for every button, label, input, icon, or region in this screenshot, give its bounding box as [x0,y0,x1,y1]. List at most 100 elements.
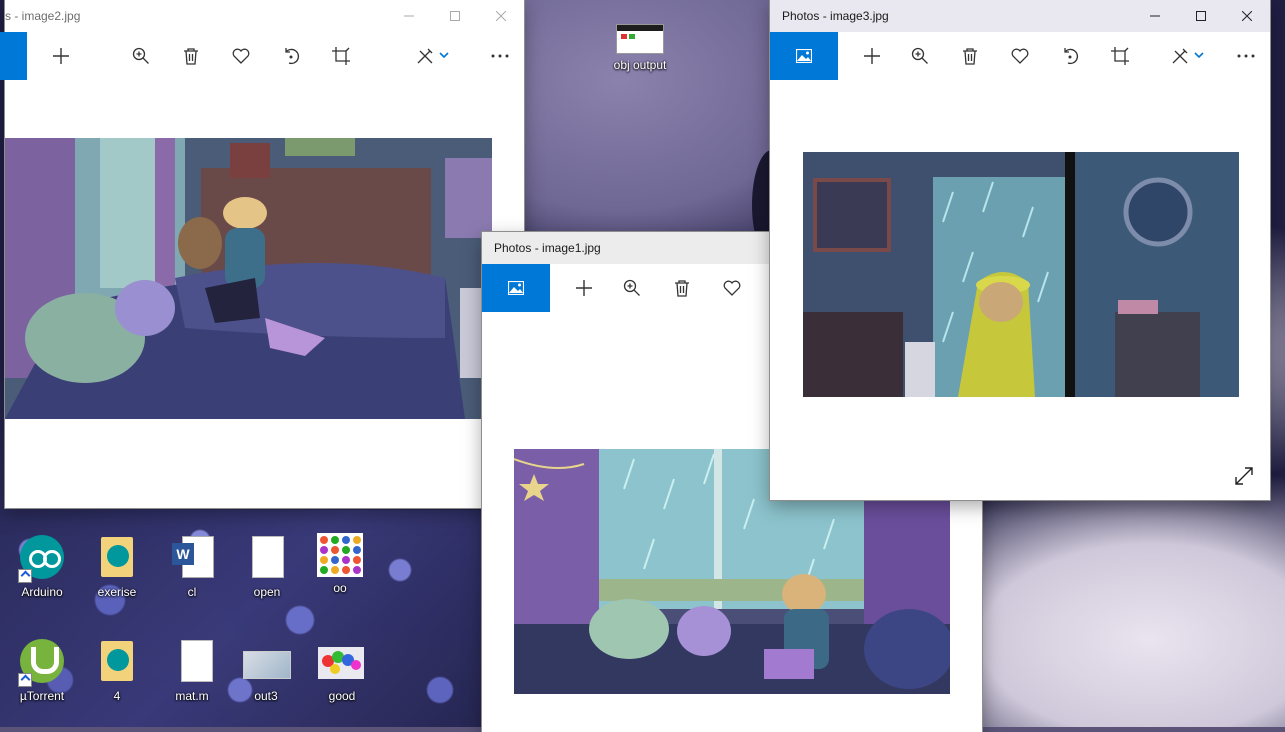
heart-icon [232,48,250,64]
desktop-icon-label: 4 [113,689,121,703]
arduino-app-icon [18,533,66,583]
edit-create-button[interactable] [1165,32,1211,80]
fullscreen-button[interactable] [1230,462,1258,490]
photos-window-image3[interactable]: Photos - image3.jpg [770,0,1270,500]
close-button[interactable] [1224,0,1270,32]
add-icon [576,280,592,296]
favorite-button[interactable] [218,32,264,80]
desktop-icon-label: µTorrent [19,689,65,703]
expand-icon [1235,467,1253,485]
more-button[interactable] [477,32,523,80]
heart-icon [723,280,741,296]
desktop-icon-arduino[interactable]: Arduino [10,533,74,599]
desktop-icon-utorrent[interactable]: µTorrent [10,637,74,703]
more-button[interactable] [1223,32,1269,80]
desktop-icon-mat-m[interactable]: mat.m [160,637,224,703]
delete-button[interactable] [947,32,993,80]
title-bar[interactable]: s - image2.jpg [5,0,524,32]
zoom-button[interactable] [609,264,655,312]
add-icon [53,48,69,64]
photos-home-icon [508,281,524,295]
maximize-button[interactable] [1178,0,1224,32]
desktop-icon-4[interactable]: 4 [85,637,149,703]
delete-icon [675,280,689,297]
crop-button[interactable] [1097,32,1143,80]
maximize-icon [1196,11,1206,21]
word-document-icon: W [168,533,216,581]
rotate-button[interactable] [268,32,314,80]
desktop-icon-label: mat.m [175,689,209,703]
bedroom-illustration [5,138,492,419]
shortcut-arrow-icon [18,569,32,583]
edit-create-button[interactable] [410,32,456,80]
crop-icon [332,47,350,65]
desktop-icon-label: Arduino [21,585,63,599]
desktop-icon-cl[interactable]: W cl [160,533,224,599]
shortcut-arrow-icon [18,673,32,687]
dots-image-icon [317,533,363,577]
desktop-icon-obj-output[interactable]: obj output [608,24,672,72]
delete-icon [184,48,198,65]
delete-button[interactable] [168,32,214,80]
desktop-icon-out3[interactable]: out3 [234,637,298,703]
zoom-icon [623,279,640,296]
desktop-icon-label: oo [333,581,347,595]
close-button[interactable] [478,0,524,32]
zoom-button[interactable] [897,32,943,80]
add-icon [864,48,880,64]
desktop-icon-exerise[interactable]: exerise [85,533,149,599]
photos-home-button[interactable] [482,264,550,312]
desktop-icon-label: good [328,689,356,703]
favorite-button[interactable] [709,264,755,312]
delete-button[interactable] [659,264,705,312]
desktop-icon-oo[interactable]: oo [308,533,372,595]
rotate-icon [285,48,300,65]
window-title: Photos - image1.jpg [494,241,601,255]
arduino-sketch-folder-icon [93,533,141,581]
title-bar[interactable]: Photos - image3.jpg [770,0,1270,32]
crop-button[interactable] [318,32,364,80]
more-icon [1237,54,1255,58]
balloons-image-icon [318,637,366,685]
desktop-icon-label: cl [187,585,197,599]
utorrent-app-icon [18,637,66,687]
blank-file-icon [243,533,291,581]
photo-image2 [5,138,492,419]
desktop-icon-good[interactable]: good [310,637,374,703]
close-icon [1242,11,1252,21]
minimize-button[interactable] [1132,0,1178,32]
more-icon [491,54,509,58]
desktop-icon-label: obj output [613,58,667,72]
crop-icon [1111,47,1129,65]
zoom-icon [911,47,928,64]
minimize-icon [404,15,414,17]
heart-icon [1011,48,1029,64]
edit-create-icon [417,48,449,64]
desktop-icon-label: out3 [254,689,278,703]
desktop-icon-open[interactable]: open [235,533,299,599]
photos-window-image2[interactable]: s - image2.jpg [0,0,524,508]
window-title: Photos - image3.jpg [782,9,889,23]
photos-home-button[interactable] [770,32,838,80]
close-icon [496,11,506,21]
window-title: s - image2.jpg [5,9,81,23]
rotate-icon [1064,48,1079,65]
add-button[interactable] [561,264,607,312]
desktop-icon-label: open [253,585,281,599]
rotate-button[interactable] [1047,32,1093,80]
desktop-icon-label: exerise [97,585,137,599]
minimize-button[interactable] [386,0,432,32]
image-thumbnail-icon [242,637,291,685]
blank-file-icon [168,637,216,685]
add-button[interactable] [849,32,895,80]
photo-image3 [803,152,1239,397]
favorite-button[interactable] [997,32,1043,80]
photos-home-button[interactable] [0,32,27,80]
photos-toolbar [770,32,1270,80]
maximize-button[interactable] [432,0,478,32]
add-button[interactable] [38,32,84,80]
zoom-icon [132,47,149,64]
maximize-icon [450,11,460,21]
zoom-button[interactable] [118,32,164,80]
arduino-sketch-folder-icon [93,637,141,685]
